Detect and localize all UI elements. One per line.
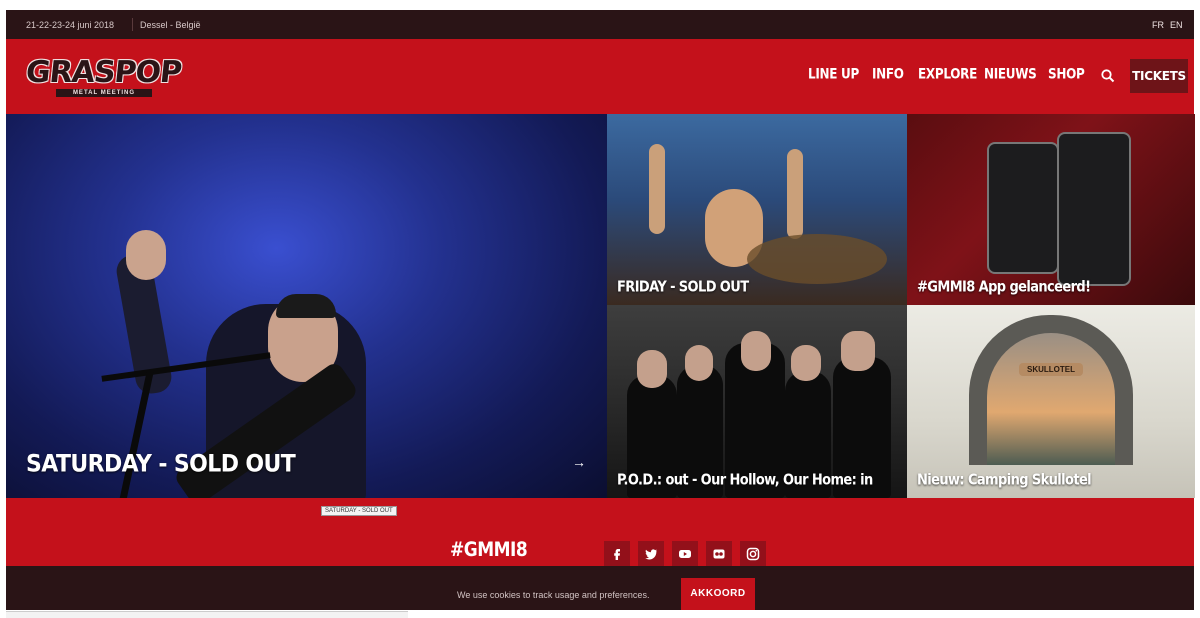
footer-strip [6,498,1194,566]
hero-caption: SATURDAY - SOLD OUT [26,450,296,479]
hero-photo-detail [126,230,166,280]
hashtag-label: #GMMI8 [450,538,528,562]
tile-camping[interactable]: SKULLOTEL Nieuw: Camping Skullotel [907,305,1195,498]
top-info-bar: 21-22-23-24 juni 2018 Dessel - België FR… [6,10,1194,39]
instagram-icon[interactable] [740,541,766,567]
skullotel-sign: SKULLOTEL [1019,363,1083,376]
festival-location: Dessel - België [140,20,201,30]
hover-tooltip: SATURDAY - SOLD OUT [321,506,397,516]
band-member [637,350,667,388]
hero-photo-detail [105,370,154,498]
arrow-right-icon[interactable]: → [572,454,586,470]
divider [132,18,133,31]
nav-line-up[interactable]: LINE UP [808,66,859,82]
cookie-message: We use cookies to track usage and prefer… [457,590,650,600]
phone-image [987,142,1059,274]
tile-photo-detail [747,234,887,284]
cookie-accept-button[interactable]: AKKOORD [681,578,755,610]
band-member [841,331,875,371]
nav-explore[interactable]: EXPLORE [918,66,977,82]
tickets-button[interactable]: TICKETS [1130,59,1188,93]
lang-fr-link[interactable]: FR [1152,20,1164,30]
twitter-icon[interactable] [638,541,664,567]
nav-nieuws[interactable]: NIEUWS [984,66,1037,82]
tile-caption-pod: P.O.D.: out - Our Hollow, Our Home: in [617,471,873,490]
tile-photo-detail [649,144,665,234]
cookie-banner: We use cookies to track usage and prefer… [6,566,1194,610]
search-icon[interactable] [1100,68,1116,84]
tile-photo-detail [787,149,803,239]
nav-info[interactable]: INFO [872,66,904,82]
tile-caption-app: #GMMI8 App gelanceerd! [917,278,1091,297]
lang-en-link[interactable]: EN [1170,20,1183,30]
hero-tile-saturday[interactable]: SATURDAY - SOLD OUT → [6,114,607,498]
nav-shop[interactable]: SHOP [1048,66,1085,82]
flickr-icon[interactable] [706,541,732,567]
graspop-logo[interactable]: GRASPOP METAL MEETING [24,55,183,103]
band-member [741,331,771,371]
youtube-icon[interactable] [672,541,698,567]
tile-friday[interactable]: FRIDAY - SOLD OUT [607,114,907,305]
tile-pod[interactable]: P.O.D.: out - Our Hollow, Our Home: in [607,305,907,498]
tile-caption-friday: FRIDAY - SOLD OUT [617,278,749,297]
site-header: GRASPOP METAL MEETING LINE UP INFO EXPLO… [6,39,1194,114]
logo-subtitle: METAL MEETING [56,89,152,97]
phone-image [1057,132,1131,286]
band-member [685,345,713,381]
band-member [791,345,821,381]
tile-app[interactable]: #GMMI8 App gelanceerd! [907,114,1195,305]
facebook-icon[interactable] [604,541,630,567]
festival-dates: 21-22-23-24 juni 2018 [26,20,115,30]
logo-wordmark: GRASPOP [24,55,183,90]
tile-caption-camping: Nieuw: Camping Skullotel [917,471,1092,490]
hero-photo-detail [276,294,336,318]
arch-view [987,333,1115,465]
